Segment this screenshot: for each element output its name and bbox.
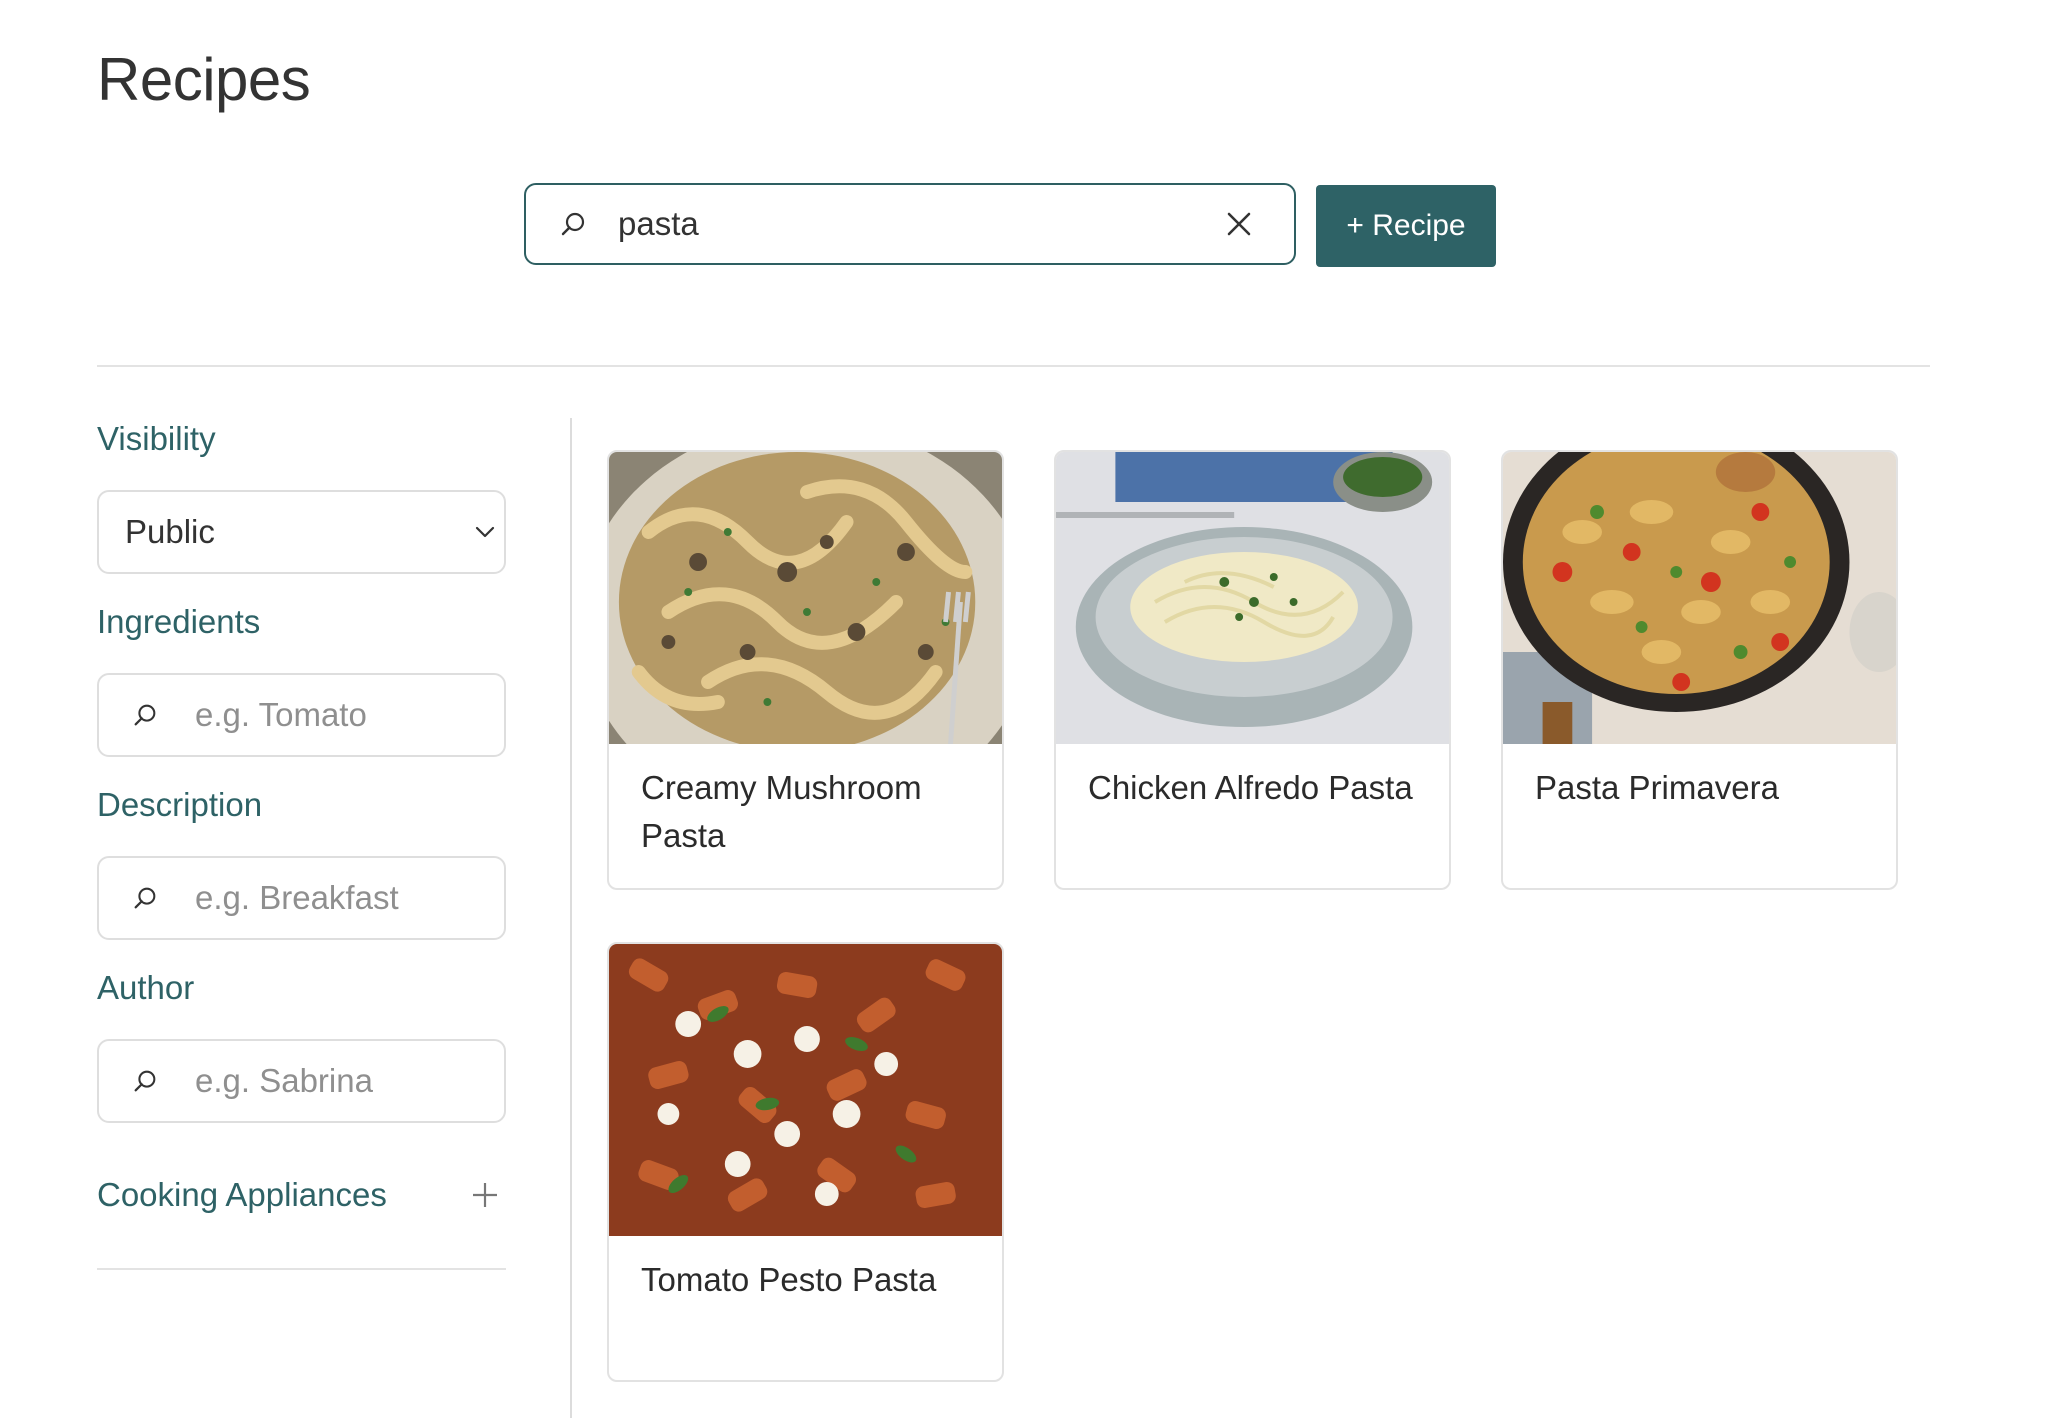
ingredients-field[interactable] [97, 673, 506, 757]
recipe-title: Creamy Mushroom Pasta [641, 769, 922, 854]
recipe-card[interactable]: Pasta Primavera [1501, 450, 1898, 890]
search-input[interactable] [618, 194, 1204, 254]
visibility-selected-value: Public [125, 513, 215, 550]
recipe-image [609, 944, 1002, 1236]
sidebar-bottom-divider [97, 1268, 506, 1270]
recipe-title: Chicken Alfredo Pasta [1088, 769, 1413, 806]
recipe-title: Pasta Primavera [1535, 769, 1779, 806]
description-field[interactable] [97, 856, 506, 940]
recipe-image [1056, 452, 1449, 744]
description-input[interactable] [195, 879, 455, 917]
page-title: Recipes [97, 46, 311, 113]
author-heading: Author [97, 969, 195, 1006]
search-icon [134, 887, 156, 909]
recipe-card[interactable]: Tomato Pesto Pasta [607, 942, 1004, 1382]
description-heading: Description [97, 786, 263, 823]
visibility-heading: Visibility [97, 420, 216, 457]
plus-icon[interactable] [470, 1180, 500, 1210]
recipe-image [1503, 452, 1896, 744]
recipe-image [609, 452, 1002, 744]
recipe-card[interactable]: Chicken Alfredo Pasta [1054, 450, 1451, 890]
search-icon [561, 212, 585, 236]
cooking-appliances-label: Cooking Appliances [97, 1176, 387, 1213]
chevron-down-icon [475, 526, 495, 538]
author-field[interactable] [97, 1039, 506, 1123]
ingredients-input[interactable] [195, 696, 455, 734]
recipe-search-box[interactable] [524, 183, 1296, 265]
sidebar-divider [570, 418, 572, 1418]
recipe-title: Tomato Pesto Pasta [641, 1261, 937, 1298]
search-icon [134, 1070, 156, 1092]
visibility-select[interactable]: Public [97, 490, 506, 574]
author-input[interactable] [195, 1062, 455, 1100]
ingredients-heading: Ingredients [97, 603, 261, 640]
header-divider [97, 365, 1930, 367]
recipe-card[interactable]: Creamy Mushroom Pasta [607, 450, 1004, 890]
add-recipe-button[interactable]: + Recipe [1316, 185, 1496, 267]
search-icon [134, 704, 156, 726]
close-icon[interactable] [1224, 209, 1254, 239]
cooking-appliances-toggle[interactable]: Cooking Appliances [97, 1170, 506, 1220]
